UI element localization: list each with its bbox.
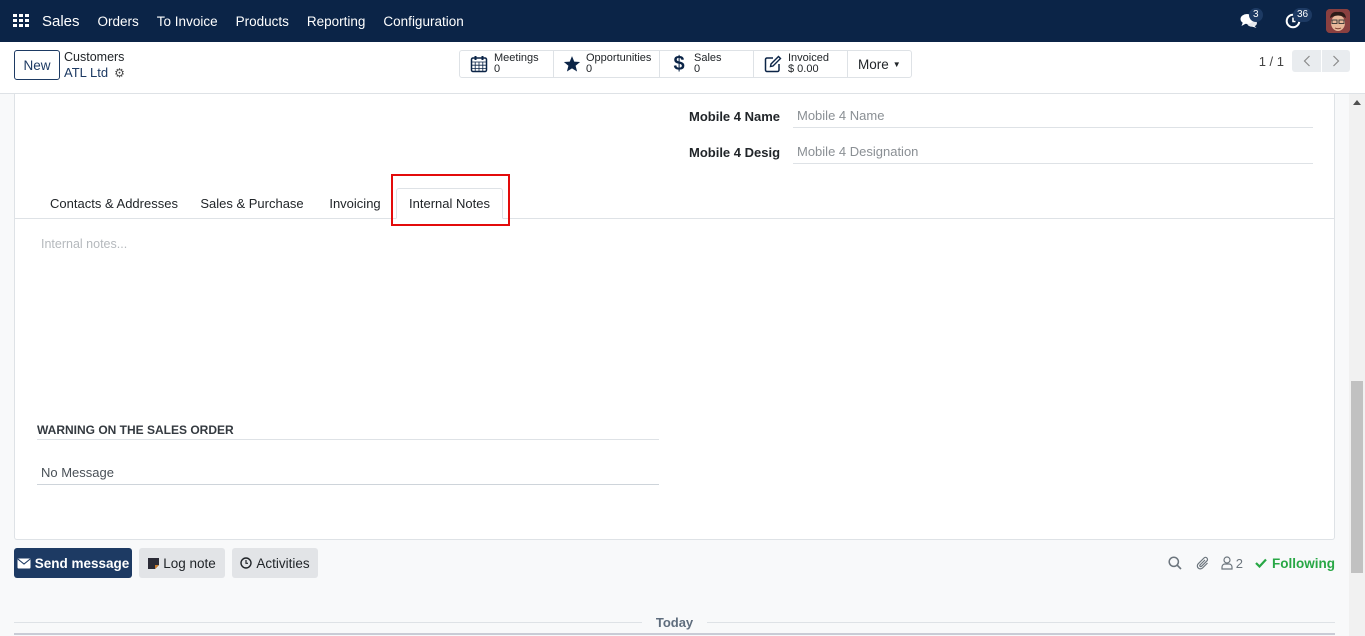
chatter-topbar: Send message Log note Activities 2 Follo… xyxy=(14,548,1335,578)
pager-next-button[interactable] xyxy=(1321,50,1350,72)
meetings-value: 0 xyxy=(494,63,501,75)
activities-button[interactable]: 36 xyxy=(1282,8,1313,32)
paperclip-icon[interactable] xyxy=(1191,556,1215,571)
notebook-tabs: Contacts & Addresses Sales & Purchase In… xyxy=(15,178,1334,219)
new-button[interactable]: New xyxy=(14,50,60,80)
log-note-label: Log note xyxy=(163,555,216,571)
scroll-up-arrow-icon[interactable] xyxy=(1353,100,1361,105)
activities-count-badge: 36 xyxy=(1293,8,1313,22)
dollar-icon: $ xyxy=(673,52,685,75)
activities-label: Activities xyxy=(256,555,310,571)
menu-to-invoice[interactable]: To Invoice xyxy=(157,14,218,29)
search-icon[interactable] xyxy=(1163,556,1187,570)
separator-line-right xyxy=(707,621,1336,623)
more-label: More xyxy=(858,56,889,72)
mobile-4-name-label: Mobile 4 Name xyxy=(689,108,781,124)
app-name[interactable]: Sales xyxy=(42,13,80,30)
more-dropdown-button[interactable]: More ▼ xyxy=(848,51,911,77)
meetings-smart-button[interactable]: Meetings 0 xyxy=(460,51,554,77)
top-navbar: Sales Orders To Invoice Products Reporti… xyxy=(0,0,1365,42)
clock-outline-icon xyxy=(240,557,253,569)
sale-warning-select[interactable]: No Message xyxy=(37,461,659,485)
caret-down-icon: ▼ xyxy=(892,59,901,69)
opportunities-value: 0 xyxy=(586,63,593,75)
invoiced-value: $ 0.00 xyxy=(788,63,819,75)
following-button[interactable]: Following xyxy=(1255,556,1335,571)
gear-icon[interactable]: ⚙ xyxy=(114,66,125,80)
chevron-left-icon xyxy=(1303,55,1310,67)
tab-contacts-addresses[interactable]: Contacts & Addresses xyxy=(43,188,185,219)
pager-value[interactable]: 1 / 1 xyxy=(1259,54,1284,69)
mobile-4-name-input[interactable] xyxy=(793,104,1313,128)
edit-icon xyxy=(763,54,783,74)
breadcrumb-customers[interactable]: Customers xyxy=(64,50,124,64)
messages-count-badge: 3 xyxy=(1249,8,1263,22)
user-avatar-image xyxy=(1326,9,1350,33)
form-sheet: Mobile 4 Name Mobile 4 Desig Contacts & … xyxy=(14,94,1335,540)
user-avatar[interactable] xyxy=(1326,9,1350,33)
tab-invoicing[interactable]: Invoicing xyxy=(320,188,390,219)
tab-sales-purchase[interactable]: Sales & Purchase xyxy=(195,188,309,219)
record-name-container: ATL Ltd ⚙ xyxy=(64,65,125,80)
opportunities-smart-button[interactable]: Opportunities 0 xyxy=(554,51,660,77)
form-view: Mobile 4 Name Mobile 4 Desig Contacts & … xyxy=(0,94,1349,636)
internal-notes-input[interactable] xyxy=(41,237,1321,387)
mobile-4-name-row: Mobile 4 Name xyxy=(689,104,1313,128)
messages-button[interactable]: 3 xyxy=(1238,8,1263,32)
invoiced-smart-button[interactable]: Invoiced $ 0.00 xyxy=(754,51,848,77)
apps-menu-icon[interactable] xyxy=(13,14,29,28)
sticky-note-icon xyxy=(148,557,160,569)
message-divider xyxy=(14,633,1335,635)
warning-section-title: WARNING ON THE SALES ORDER xyxy=(37,423,659,440)
smart-buttons: Meetings 0 Opportunities 0 $ Sales 0 Inv… xyxy=(459,50,912,78)
pager: 1 / 1 xyxy=(1259,50,1350,72)
check-icon xyxy=(1255,558,1267,568)
chatter-actions: 2 Following xyxy=(1163,548,1335,578)
mobile-4-designation-label: Mobile 4 Desig xyxy=(689,144,781,160)
today-separator: Today xyxy=(14,614,1336,630)
sales-smart-button[interactable]: $ Sales 0 xyxy=(660,51,754,77)
menu-reporting[interactable]: Reporting xyxy=(307,14,366,29)
record-name: ATL Ltd xyxy=(64,65,109,80)
menu-orders[interactable]: Orders xyxy=(98,14,139,29)
followers-button[interactable]: 2 xyxy=(1221,556,1243,571)
tab-internal-notes[interactable]: Internal Notes xyxy=(396,188,503,219)
star-icon xyxy=(563,54,581,74)
following-label: Following xyxy=(1272,555,1335,571)
envelope-icon xyxy=(17,558,31,568)
menu-configuration[interactable]: Configuration xyxy=(383,14,463,29)
scrollbar-thumb[interactable] xyxy=(1351,381,1363,573)
separator-line-left xyxy=(14,621,642,623)
send-message-button[interactable]: Send message xyxy=(14,548,132,578)
mobile-4-designation-input[interactable] xyxy=(793,140,1313,164)
opportunities-label: Opportunities xyxy=(586,51,652,64)
mobile-4-designation-row: Mobile 4 Desig xyxy=(689,140,1313,164)
menu-products[interactable]: Products xyxy=(236,14,289,29)
sales-value: 0 xyxy=(694,63,701,75)
calendar-icon xyxy=(469,54,489,74)
user-icon xyxy=(1221,556,1233,570)
vertical-scrollbar[interactable] xyxy=(1349,94,1365,636)
activities-button[interactable]: Activities xyxy=(232,548,318,578)
chevron-right-icon xyxy=(1333,55,1340,67)
followers-count: 2 xyxy=(1235,555,1243,571)
meetings-label: Meetings xyxy=(494,51,539,64)
log-note-button[interactable]: Log note xyxy=(139,548,225,578)
send-message-label: Send message xyxy=(34,555,130,571)
pager-previous-button[interactable] xyxy=(1292,50,1321,72)
today-label: Today xyxy=(655,614,694,630)
control-panel: New Customers ATL Ltd ⚙ Meetings 0 Oppor… xyxy=(0,42,1365,94)
